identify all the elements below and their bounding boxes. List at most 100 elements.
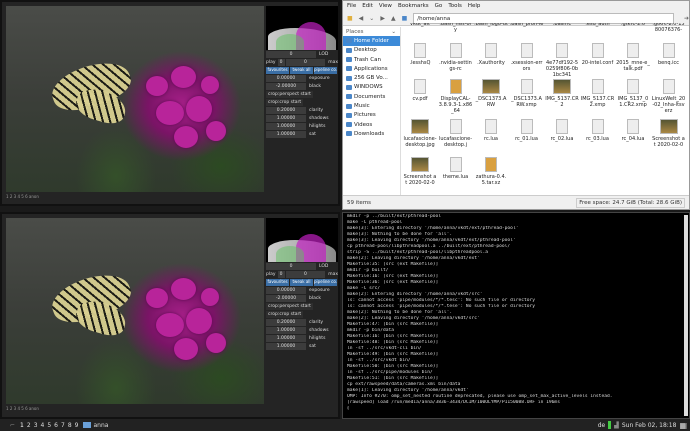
param-slider[interactable]: -2.00000	[266, 295, 306, 302]
place-item[interactable]: Trash Can	[343, 55, 400, 64]
param-slider[interactable]: -2.00000	[266, 83, 306, 90]
menu-view[interactable]: View	[379, 3, 392, 9]
path-bar[interactable]: /home/anna	[413, 12, 674, 24]
param-slider[interactable]: 0.20000	[266, 107, 306, 114]
param-slider[interactable]: 1.00000	[266, 335, 306, 342]
place-item[interactable]: Videos	[343, 120, 400, 129]
menu-help[interactable]: Help	[468, 3, 481, 9]
file-item[interactable]: .bash_profi-le	[510, 23, 544, 27]
param-slider[interactable]: 1.00000	[266, 131, 306, 138]
param-slider[interactable]: crop:perspect start	[266, 91, 313, 98]
file-item[interactable]: lucafascione-desktop.jpg	[403, 119, 437, 148]
file-item[interactable]: 20-intel.conf	[581, 43, 615, 66]
file-item[interactable]: .bashrc	[545, 23, 579, 27]
pipeline-config-tab[interactable]: pipeline co...	[314, 67, 337, 74]
workspace-6[interactable]: 6	[54, 422, 58, 429]
workspace-5[interactable]: 5	[47, 422, 51, 429]
param-slider[interactable]: 0.00000	[266, 75, 306, 82]
file-item[interactable]: rc_04.lua	[616, 119, 650, 142]
frame-slider[interactable]: 0	[285, 59, 326, 66]
menu-file[interactable]: File	[347, 3, 356, 9]
file-item[interactable]: IMG_5137.CR2	[545, 79, 579, 108]
param-slider[interactable]: 1.00000	[266, 123, 306, 130]
param-slider[interactable]: 0.00000	[266, 287, 306, 294]
place-item[interactable]: 256 GB Vo...	[343, 73, 400, 82]
tweak-all-tab[interactable]: tweak all	[290, 279, 313, 286]
image-preview[interactable]	[6, 218, 264, 404]
workspace-7[interactable]: 7	[61, 422, 65, 429]
file-item[interactable]: theme.lua	[439, 157, 473, 180]
file-item[interactable]: 2015_mne-e_talk.pdf	[616, 43, 650, 72]
file-item[interactable]: .bash_logo-ut	[474, 23, 508, 27]
file-item[interactable]: lucafascione-desktop.j	[439, 119, 473, 148]
menu-icon[interactable]: ⌐	[10, 422, 15, 429]
taskbar-window-anna[interactable]: anna	[93, 422, 108, 429]
file-item[interactable]: .bash_hist-ory	[439, 23, 473, 33]
param-slider[interactable]: crop:crop start	[266, 99, 304, 106]
go-icon[interactable]: ➜	[684, 15, 689, 22]
file-item[interactable]: vkdt_alt	[403, 23, 437, 27]
param-slider[interactable]: 1.00000	[266, 343, 306, 350]
param-slider[interactable]: crop:crop start	[266, 311, 304, 318]
place-item[interactable]: WINDOWS	[343, 83, 400, 92]
play-field[interactable]: 0	[277, 271, 285, 278]
place-item[interactable]: Desktop	[343, 46, 400, 55]
place-item[interactable]: Downloads	[343, 129, 400, 138]
favourites-tab[interactable]: favourites	[266, 67, 289, 74]
param-slider[interactable]: crop:perspect start	[266, 303, 313, 310]
param-slider[interactable]: 1.00000	[266, 327, 306, 334]
menu-edit[interactable]: Edit	[362, 3, 373, 9]
tweak-all-tab[interactable]: tweak all	[290, 67, 313, 74]
file-item[interactable]: _DSC1373.ARW	[474, 79, 508, 108]
file-item[interactable]: .esd_auth	[581, 23, 615, 27]
up-icon[interactable]: ▲	[391, 15, 396, 22]
thumbnail-strip[interactable]: 1 2 3 4 5 6 anon	[6, 194, 39, 199]
file-item[interactable]: 4e77df192-50259f806-0b1bc341	[545, 43, 579, 78]
file-item[interactable]: .Xauthority	[474, 43, 508, 66]
file-item[interactable]: Screenshot at 2020-02-0	[652, 119, 686, 148]
image-preview[interactable]	[6, 6, 264, 192]
place-item[interactable]: Applications	[343, 64, 400, 73]
pipeline-config-tab[interactable]: pipeline co...	[314, 279, 337, 286]
workspace-4[interactable]: 4	[41, 422, 45, 429]
lod-slider[interactable]: 0	[266, 51, 316, 58]
place-item[interactable]: Documents	[343, 92, 400, 101]
menu-bookmarks[interactable]: Bookmarks	[398, 3, 429, 9]
file-item[interactable]: _DSC1373.ARW.xmp	[510, 79, 544, 108]
home-icon[interactable]: ■	[402, 15, 408, 22]
file-item[interactable]: .gtkrc-2.0	[616, 23, 650, 27]
places-header[interactable]: Places ⌄	[343, 27, 400, 36]
history-chevron-icon[interactable]: ⌄	[369, 15, 374, 22]
file-item[interactable]: .gtkrc-2.0-1580076376-	[652, 23, 686, 33]
favourites-tab[interactable]: favourites	[266, 279, 289, 286]
menu-go[interactable]: Go	[435, 3, 443, 9]
workspace-9[interactable]: 9	[75, 422, 79, 429]
play-field[interactable]: 0	[277, 59, 285, 66]
file-item[interactable]: rc_02.lua	[545, 119, 579, 142]
file-item[interactable]: Screenshot at 2020-02-0	[403, 157, 437, 186]
place-item[interactable]: Home Folder	[343, 36, 400, 46]
menu-tools[interactable]: Tools	[448, 3, 462, 9]
grid-icon[interactable]: ▦	[679, 421, 687, 430]
frame-slider[interactable]: 0	[285, 271, 326, 278]
back-icon[interactable]: ◀	[359, 15, 364, 22]
place-item[interactable]: Music	[343, 101, 400, 110]
workspace-1[interactable]: 1	[20, 422, 24, 429]
forward-icon[interactable]: ▶	[380, 15, 385, 22]
file-item[interactable]: cv.pdf	[403, 79, 437, 102]
file-item[interactable]: .nvidia-settings-rc	[439, 43, 473, 72]
file-item[interactable]: rc_03.lua	[581, 119, 615, 142]
terminal-scrollbar[interactable]	[684, 215, 688, 416]
terminal-window[interactable]: mkdir -p ../built/ext/pthread-pool make -…	[342, 212, 690, 419]
file-item[interactable]: IMG_5137.CR2.xmp	[581, 79, 615, 108]
file-item[interactable]: IMG_5137_01.CR2.xmp	[616, 79, 650, 108]
keyboard-layout[interactable]: de	[598, 422, 606, 429]
file-item[interactable]: rc_01.lua	[510, 119, 544, 142]
lod-slider[interactable]: 0	[266, 263, 316, 270]
file-item[interactable]: DisplayCAL-3.8.9.3-1.x86_64	[439, 79, 473, 114]
file-item[interactable]: LinuxWelt_20-02_Inha-ltsverz	[652, 79, 686, 114]
place-item[interactable]: Pictures	[343, 111, 400, 120]
file-item[interactable]: benq.icc	[652, 43, 686, 66]
param-slider[interactable]: 0.20000	[266, 319, 306, 326]
file-item[interactable]: rc.lua	[474, 119, 508, 142]
